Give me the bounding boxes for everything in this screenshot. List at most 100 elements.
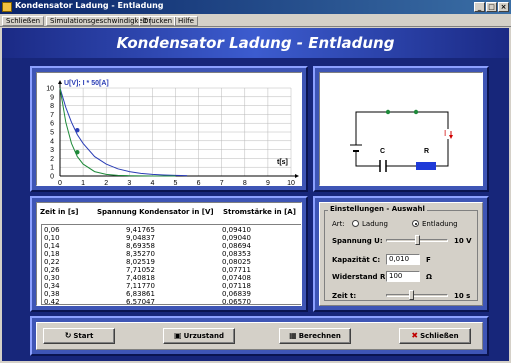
table-row: 0,22 8,02519 0,08025 <box>42 258 301 266</box>
cell-voltage: 8,02519 <box>126 258 155 266</box>
close-button-label: Schließen <box>420 332 459 340</box>
resistance-unit: Ω <box>426 273 432 281</box>
cell-voltage: 7,71052 <box>126 266 155 274</box>
title-bar: Kondensator Ladung - Entladung _ □ × <box>0 0 511 14</box>
column-header-voltage: Spannung Kondensator in [V] <box>97 208 214 216</box>
y-tick-label: 5 <box>50 130 54 137</box>
mode-label: Art: <box>332 220 345 228</box>
start-button-label: Start <box>73 332 94 340</box>
x-tick-label: 1 <box>81 180 85 187</box>
cell-current: 0,09410 <box>222 226 251 234</box>
current-label: I <box>444 129 446 138</box>
reset-button[interactable]: ▣ Urzustand <box>163 328 235 344</box>
menu-hilfe[interactable]: Hilfe <box>174 16 198 26</box>
radio-entladung[interactable] <box>412 220 419 227</box>
refresh-icon: ↻ <box>64 331 72 340</box>
column-header-current: Stromstärke in [A] <box>223 208 296 216</box>
close-button[interactable]: ✖ Schließen <box>399 328 471 344</box>
cell-time: 0,34 <box>44 282 60 290</box>
table-row: 0,42 6,57047 0,06570 <box>42 298 301 305</box>
close-x-icon: ✖ <box>411 331 419 340</box>
column-header-time: Zeit in [s] <box>40 208 79 216</box>
settings-title: Einstellungen - Auswahl <box>328 205 427 213</box>
circuit-diagram: I C R <box>350 109 453 172</box>
table-panel: Zeit in [s] Spannung Kondensator in [V] … <box>30 196 308 312</box>
cell-time: 0,18 <box>44 250 60 258</box>
cell-current: 0,07408 <box>222 274 251 282</box>
table-row: 0,18 8,35270 0,08353 <box>42 250 301 258</box>
voltage-slider[interactable] <box>386 235 448 245</box>
x-tick-label: 0 <box>58 180 62 187</box>
table-row: 0,38 6,83861 0,06839 <box>42 290 301 298</box>
y-tick-label: 2 <box>50 156 54 163</box>
capacitance-unit: F <box>426 256 431 264</box>
maximize-button[interactable]: □ <box>486 2 497 12</box>
voltage-marker <box>75 128 80 133</box>
resistor-label: R <box>424 148 429 155</box>
x-axis-label: t[s] <box>277 159 288 166</box>
capacitance-label: Kapazität C: <box>332 256 381 264</box>
resistor <box>416 162 436 170</box>
cell-voltage: 7,11770 <box>126 282 155 290</box>
cell-voltage: 6,57047 <box>126 298 155 305</box>
time-slider-track <box>386 294 448 297</box>
page-title: Kondensator Ladung - Entladung <box>116 34 395 52</box>
cell-time: 0,22 <box>44 258 60 266</box>
cell-voltage: 7,40818 <box>126 274 155 282</box>
capacitance-input[interactable]: 0,010 <box>386 254 420 265</box>
cell-current: 0,09040 <box>222 234 251 242</box>
x-tick-label: 8 <box>243 180 247 187</box>
cell-current: 0,08353 <box>222 250 251 258</box>
current-arrow-head-icon <box>449 135 453 139</box>
main-area: Kondensator Ladung - Entladung 012345678… <box>2 28 509 361</box>
close-window-button[interactable]: × <box>498 2 509 12</box>
start-button[interactable]: ↻ Start <box>43 328 115 344</box>
time-slider[interactable] <box>386 290 448 300</box>
voltage-current-chart: 0123456789100 1 2 3 4 5 6 7 8 9 10U[V]; I * 50[A]t… <box>46 80 299 187</box>
y-tick-label: 9 <box>50 94 54 101</box>
buttons-area: ↻ Start ▣ Urzustand ▦ Berechnen ✖ Schließen <box>36 322 483 350</box>
circuit-wire-top <box>355 111 449 145</box>
buttons-panel: ↻ Start ▣ Urzustand ▦ Berechnen ✖ Schließen <box>30 316 489 356</box>
radio-entladung-label[interactable]: Entladung <box>422 220 458 228</box>
y-tick-label: 8 <box>50 103 54 110</box>
voltage-slider-thumb[interactable] <box>415 235 420 245</box>
cell-time: 0,30 <box>44 274 60 282</box>
cell-time: 0,10 <box>44 234 60 242</box>
cell-time: 0,06 <box>44 226 60 234</box>
cell-time: 0,38 <box>44 290 60 298</box>
x-tick-label: 6 <box>197 180 201 187</box>
cell-time: 0,14 <box>44 242 60 250</box>
settings-panel: Einstellungen - Auswahl Art: Ladung Entl… <box>313 196 489 312</box>
calculate-button[interactable]: ▦ Berechnen <box>279 328 351 344</box>
x-tick-label: 10 <box>287 180 295 187</box>
calculate-button-label: Berechnen <box>298 332 341 340</box>
time-slider-thumb[interactable] <box>409 290 414 300</box>
cell-voltage: 8,35270 <box>126 250 155 258</box>
app-icon <box>2 2 12 12</box>
circuit-node <box>413 109 419 115</box>
radio-ladung[interactable] <box>352 220 359 227</box>
menu-drucken[interactable]: Drucken <box>139 16 177 26</box>
table-list[interactable]: 0,06 9,41765 0,09410 0,10 9,04837 0,09040 0,14… <box>41 224 301 305</box>
table-row: 0,34 7,11770 0,07118 <box>42 282 301 290</box>
cell-voltage: 6,83861 <box>126 290 155 298</box>
chart-area: 0 1 2 3 4 5 6 7 8 9 10 0 1 2 3 4 5 6 7 8 9 10 U[V]; I * 50[A] t… <box>36 72 302 187</box>
header-banner: Kondensator Ladung - Entladung <box>2 28 509 58</box>
y-axis-label: U[V]; I * 50[A] <box>64 80 109 87</box>
capacitor-label: C <box>380 148 385 155</box>
y-tick-label: 0 <box>50 174 54 181</box>
cell-current: 0,06839 <box>222 290 251 298</box>
resistance-input[interactable]: 100 <box>386 271 420 282</box>
menu-simulationsgeschwindigkeit[interactable]: Simulationsgeschwindigkeit <box>46 16 152 26</box>
cell-voltage: 9,04837 <box>126 234 155 242</box>
minimize-button[interactable]: _ <box>474 2 485 12</box>
cell-voltage: 9,41765 <box>126 226 155 234</box>
window-icon: ▣ <box>174 331 182 340</box>
circuit-area: I C R <box>319 72 483 186</box>
cell-time: 0,26 <box>44 266 60 274</box>
menu-schliessen[interactable]: Schließen <box>2 16 45 26</box>
radio-ladung-label[interactable]: Ladung <box>362 220 388 228</box>
cell-current: 0,06570 <box>222 298 251 305</box>
cell-time: 0,42 <box>44 298 60 305</box>
